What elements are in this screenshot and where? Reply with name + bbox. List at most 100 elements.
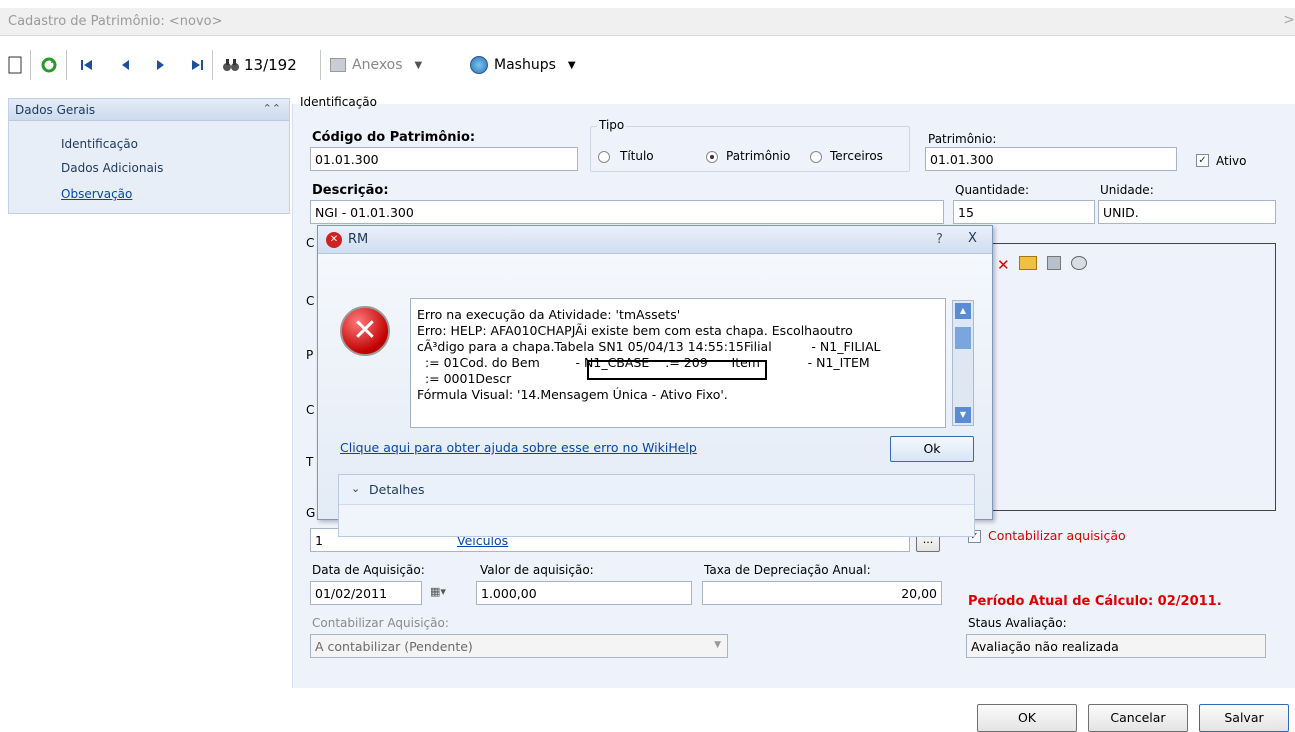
- status-avaliacao-input: Avaliação não realizada: [966, 634, 1266, 658]
- open-folder-icon[interactable]: [1019, 256, 1037, 270]
- data-aquisicao-label: Data de Aquisição:: [312, 563, 425, 577]
- radio-patrimonio[interactable]: [706, 151, 718, 163]
- error-icon: ✕: [340, 306, 390, 356]
- ok-button[interactable]: OK: [977, 704, 1077, 732]
- calendar-icon[interactable]: ▦▾: [430, 585, 456, 603]
- wikihelp-link[interactable]: Clique aqui para obter ajuda sobre esse …: [340, 440, 697, 455]
- hidden-label-c3: C: [306, 403, 315, 417]
- quantidade-label: Quantidade:: [955, 183, 1030, 197]
- expand-icon[interactable]: ⌄: [351, 482, 360, 495]
- chevron-down-icon: ▼: [567, 59, 576, 71]
- tipo-label: Tipo: [597, 118, 627, 132]
- status-avaliacao-label: Staus Avaliação:: [968, 616, 1067, 630]
- dialog-ok-button[interactable]: Ok: [890, 436, 974, 462]
- descricao-label: Descrição:: [312, 183, 389, 198]
- sidebar-item-observacao[interactable]: Observação: [61, 187, 132, 201]
- radio-titulo-label: Título: [620, 149, 654, 163]
- save-button[interactable]: Salvar: [1199, 704, 1289, 732]
- patrimonio-input[interactable]: 01.01.300: [925, 147, 1177, 171]
- codigo-input[interactable]: 01.01.300: [310, 147, 578, 171]
- ativo-checkbox[interactable]: ✓: [1196, 154, 1209, 167]
- next-record-icon[interactable]: [156, 54, 166, 76]
- collapse-icon[interactable]: ⌃⌃: [263, 102, 281, 115]
- hidden-label-t: T: [306, 455, 314, 469]
- image-panel: ✕: [960, 243, 1276, 511]
- highlight-box: [587, 360, 767, 380]
- anexos-menu[interactable]: Anexos ▼: [330, 54, 422, 76]
- anexos-label: Anexos: [352, 57, 403, 73]
- error-small-icon: ✕: [326, 232, 342, 248]
- dialog-help-button[interactable]: ?: [936, 232, 943, 247]
- last-record-icon[interactable]: [190, 54, 204, 76]
- unidade-input[interactable]: UNID.: [1098, 200, 1276, 224]
- patrimonio-label: Patrimônio:: [928, 132, 997, 146]
- contabilizar-aquisicao-check-label: Contabilizar aquisição: [988, 528, 1126, 543]
- contabilizar-aquisicao-label: Contabilizar Aquisição:: [312, 616, 449, 630]
- details-label: Detalhes: [369, 482, 425, 497]
- first-record-icon[interactable]: [80, 54, 94, 76]
- sidebar-item-dados-adicionais[interactable]: Dados Adicionais: [61, 161, 163, 175]
- attachment-icon: [330, 58, 346, 72]
- hidden-label-c2: C: [306, 294, 315, 308]
- details-header[interactable]: ⌄ Detalhes: [339, 475, 974, 505]
- sidebar-header-label: Dados Gerais: [15, 103, 96, 117]
- title-bar: Cadastro de Patrimônio: <novo> >: [0, 8, 1295, 36]
- error-line: cÃ³digo para a chapa.Tabela SN1 05/04/13…: [417, 339, 881, 354]
- radio-terceiros[interactable]: [810, 151, 822, 163]
- hidden-label-p: P: [306, 348, 314, 362]
- error-line: Erro: HELP: AFA010CHAPJÃi existe bem com…: [417, 323, 853, 338]
- data-aquisicao-input[interactable]: 01/02/2011: [310, 581, 422, 605]
- sidebar-panel: Dados Gerais ⌃⌃ Identificação Dados Adic…: [8, 98, 290, 214]
- unidade-label: Unidade:: [1100, 183, 1154, 197]
- mashups-menu[interactable]: Mashups ▼: [470, 54, 576, 76]
- descricao-input[interactable]: NGI - 01.01.300: [310, 200, 944, 224]
- valor-aquisicao-label: Valor de aquisição:: [480, 563, 594, 577]
- scroll-up-icon[interactable]: ▲: [955, 303, 971, 319]
- codigo-label: Código do Patrimônio:: [312, 130, 476, 145]
- contabilizar-aquisicao-value: A contabilizar (Pendente): [315, 639, 473, 654]
- webcam-icon[interactable]: [1071, 256, 1087, 270]
- message-scrollbar[interactable]: ▲ ▼: [952, 300, 974, 426]
- delete-icon[interactable]: ✕: [997, 256, 1010, 274]
- hidden-label-g: G: [306, 506, 316, 520]
- new-document-icon[interactable]: [8, 54, 22, 76]
- refresh-icon[interactable]: [40, 54, 58, 76]
- cancel-button[interactable]: Cancelar: [1088, 704, 1188, 732]
- search-binoculars-icon[interactable]: [222, 54, 240, 76]
- radio-patrimonio-label: Patrimônio: [726, 149, 791, 163]
- previous-record-icon[interactable]: [120, 54, 130, 76]
- section-title: Identificação: [300, 95, 377, 109]
- toolbar-separator: [66, 50, 67, 80]
- error-dialog: ✕ RM ? X ✕ Erro na execução da Atividade…: [317, 225, 993, 537]
- grupo-code: 1: [315, 533, 323, 548]
- main-window: Cadastro de Patrimônio: <novo> > 13/192 …: [0, 0, 1295, 732]
- record-counter: 13/192: [244, 56, 297, 74]
- contabilizar-aquisicao-select: A contabilizar (Pendente) ▼: [310, 634, 728, 658]
- taxa-label: Taxa de Depreciação Anual:: [704, 563, 871, 577]
- mashups-label: Mashups: [494, 57, 556, 73]
- error-message-box: Erro na execução da Atividade: 'tmAssets…: [410, 298, 946, 428]
- radio-titulo[interactable]: [598, 151, 610, 163]
- sidebar-header[interactable]: Dados Gerais ⌃⌃: [9, 99, 289, 121]
- save-image-icon[interactable]: [1047, 256, 1061, 270]
- scroll-thumb[interactable]: [955, 327, 971, 349]
- valor-aquisicao-input[interactable]: 1.000,00: [476, 581, 692, 605]
- quantidade-input[interactable]: 15: [953, 200, 1095, 224]
- window-close-button[interactable]: >: [1283, 12, 1295, 28]
- toolbar-separator: [30, 50, 31, 80]
- error-line: Fórmula Visual: '14.Mensagem Única - Ati…: [417, 387, 728, 402]
- dialog-title-bar: ✕ RM ? X: [318, 226, 992, 254]
- error-line: Erro na execução da Atividade: 'tmAssets…: [417, 307, 681, 322]
- sidebar-item-identificacao[interactable]: Identificação: [61, 137, 138, 151]
- window-title: Cadastro de Patrimônio: <novo>: [8, 14, 223, 29]
- scroll-down-icon[interactable]: ▼: [955, 407, 971, 423]
- toolbar-separator: [320, 50, 321, 80]
- ativo-label: Ativo: [1216, 154, 1247, 168]
- taxa-input[interactable]: 20,00: [702, 581, 942, 605]
- dialog-body: ✕ Erro na execução da Atividade: 'tmAsse…: [318, 254, 992, 537]
- dialog-close-button[interactable]: X: [968, 231, 977, 246]
- details-panel: ⌄ Detalhes: [338, 474, 975, 537]
- radio-terceiros-label: Terceiros: [830, 149, 883, 163]
- toolbar-separator: [212, 50, 213, 80]
- hidden-label-c1: C: [306, 236, 315, 250]
